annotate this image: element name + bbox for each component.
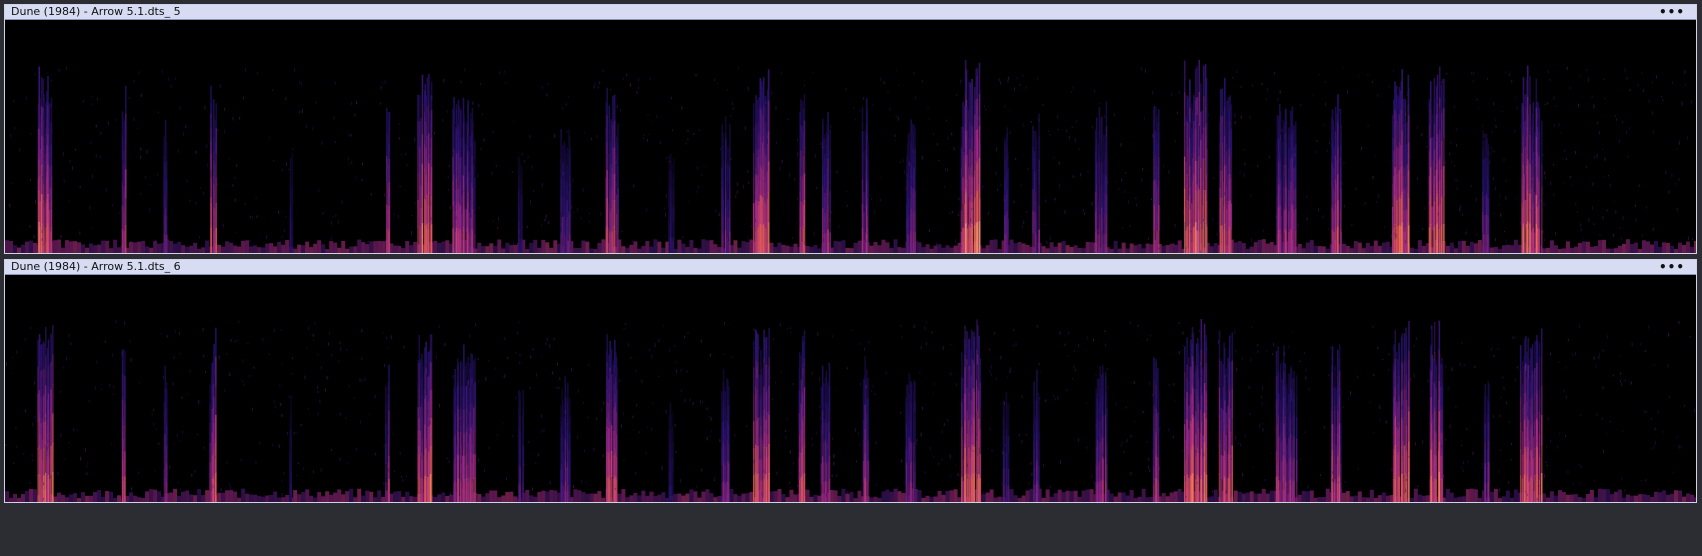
track-panel-1[interactable]: Dune (1984) - Arrow 5.1.dts_ 5 •••	[4, 4, 1697, 254]
spectrogram-view[interactable]	[5, 20, 1696, 253]
spectrogram-texture	[5, 59, 1696, 253]
spectrogram-texture	[5, 319, 1696, 502]
track-header[interactable]: Dune (1984) - Arrow 5.1.dts_ 6 •••	[5, 260, 1696, 275]
more-options-icon[interactable]: •••	[1656, 6, 1688, 18]
spectrogram-canvas[interactable]	[5, 275, 1696, 502]
spectrogram-view[interactable]	[5, 275, 1696, 502]
track-panel-2[interactable]: Dune (1984) - Arrow 5.1.dts_ 6 •••	[4, 259, 1697, 503]
track-name-label[interactable]: Dune (1984) - Arrow 5.1.dts_ 5	[11, 5, 181, 19]
spectrogram-canvas[interactable]	[5, 20, 1696, 253]
track-name-label[interactable]: Dune (1984) - Arrow 5.1.dts_ 6	[11, 260, 181, 274]
track-header[interactable]: Dune (1984) - Arrow 5.1.dts_ 5 •••	[5, 5, 1696, 20]
more-options-icon[interactable]: •••	[1656, 261, 1688, 273]
